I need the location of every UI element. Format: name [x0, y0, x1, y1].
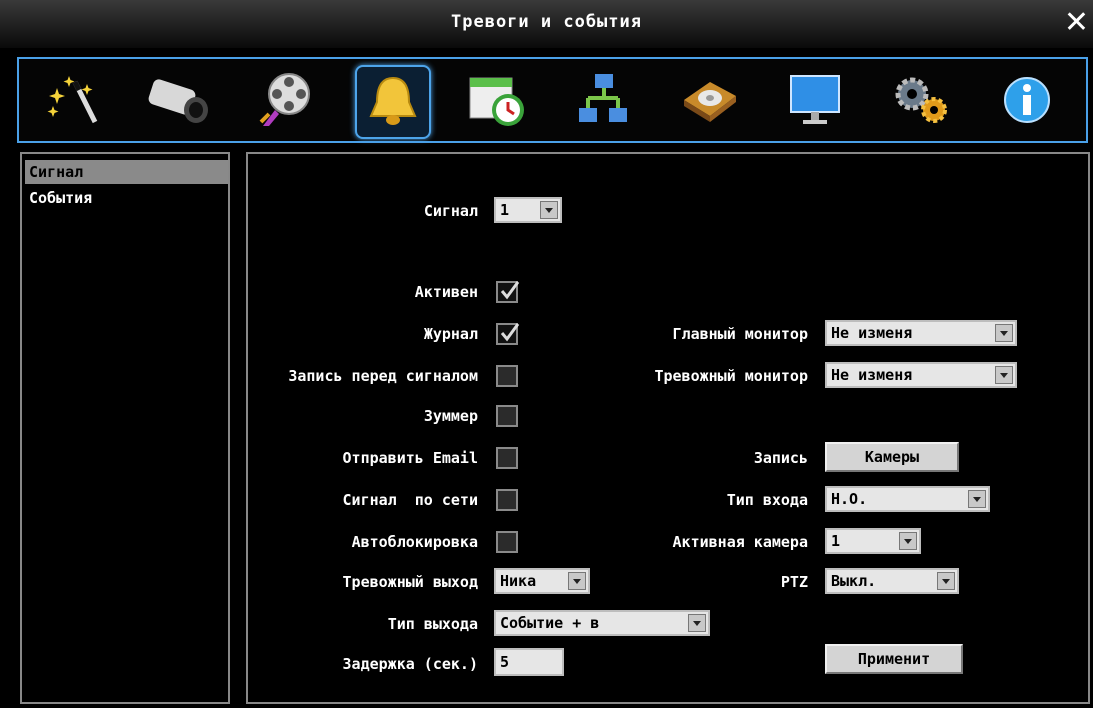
active-camera-label: Активная камера [672, 533, 808, 551]
ptz-label: PTZ [780, 573, 808, 591]
input-type-label: Тип входа [726, 491, 808, 509]
camera-icon[interactable] [143, 65, 215, 135]
main-toolbar [17, 57, 1088, 143]
sidebar-item-events[interactable]: События [25, 186, 228, 210]
apply-button[interactable]: Применит [825, 644, 963, 674]
buzzer-label: Зуммер [423, 407, 478, 425]
info-icon[interactable] [991, 65, 1063, 135]
film-reel-icon[interactable] [249, 65, 321, 135]
alarm-select[interactable]: 1 [494, 197, 562, 223]
main-monitor-label: Главный монитор [672, 325, 808, 343]
output-type-label: Тип выхода [387, 615, 478, 633]
alarm-output-label: Тревожный выход [342, 573, 478, 591]
alarm-monitor-select[interactable]: Не изменя [825, 362, 1017, 388]
title-bar: Тревоги и события ✕ [0, 0, 1093, 48]
chevron-down-icon [540, 201, 558, 219]
cameras-button[interactable]: Камеры [825, 442, 959, 472]
active-checkbox[interactable] [496, 281, 520, 303]
chevron-down-icon [937, 572, 955, 590]
alarm-monitor-label: Тревожный монитор [654, 367, 808, 385]
delay-input[interactable]: 5 [494, 648, 564, 676]
active-camera-select[interactable]: 1 [825, 528, 921, 554]
close-icon[interactable]: ✕ [1064, 8, 1089, 38]
ptz-select[interactable]: Выкл. [825, 568, 959, 594]
alarm-output-select[interactable]: Ника [494, 568, 590, 594]
chevron-down-icon [899, 532, 917, 550]
chevron-down-icon [568, 572, 586, 590]
record-label: Запись [753, 449, 808, 467]
log-checkbox[interactable] [496, 323, 520, 345]
alarm-bell-icon[interactable] [355, 65, 431, 139]
chevron-down-icon [995, 366, 1013, 384]
log-label: Журнал [423, 325, 478, 343]
sidebar-item-alarm[interactable]: Сигнал [25, 160, 228, 184]
chevron-down-icon [995, 324, 1013, 342]
chevron-down-icon [968, 490, 986, 508]
settings-gears-icon[interactable] [885, 65, 957, 135]
disk-icon[interactable] [673, 65, 745, 135]
autolock-label: Автоблокировка [351, 533, 478, 551]
send-email-label: Отправить Email [342, 449, 478, 467]
delay-label: Задержка (сек.) [342, 655, 478, 673]
buzzer-checkbox[interactable] [496, 405, 518, 427]
network-icon[interactable] [567, 65, 639, 135]
alarm-label: Сигнал [423, 202, 478, 220]
main-monitor-select[interactable]: Не изменя [825, 320, 1017, 346]
active-label: Активен [414, 283, 478, 301]
window-title: Тревоги и события [451, 12, 642, 32]
send-email-checkbox[interactable] [496, 447, 518, 469]
network-alarm-checkbox[interactable] [496, 489, 518, 511]
network-alarm-label: Сигнал по сети [342, 491, 478, 509]
input-type-select[interactable]: Н.О. [825, 486, 990, 512]
sidebar: Сигнал События [20, 152, 230, 704]
wizard-icon[interactable] [37, 65, 109, 135]
prealarm-record-checkbox[interactable] [496, 365, 518, 387]
output-type-select[interactable]: Событие + в [494, 610, 710, 636]
monitor-icon[interactable] [779, 65, 851, 135]
autolock-checkbox[interactable] [496, 531, 518, 553]
chevron-down-icon [688, 614, 706, 632]
schedule-icon[interactable] [461, 65, 533, 135]
prealarm-record-label: Запись перед сигналом [288, 367, 478, 385]
